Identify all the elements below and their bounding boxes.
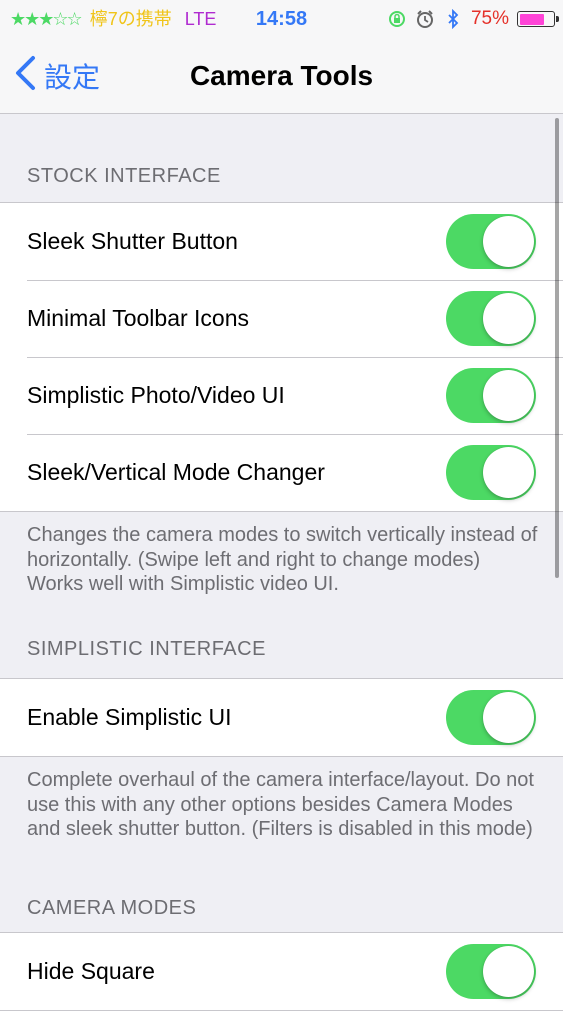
- orientation-lock-icon: [387, 9, 407, 29]
- setting-label: Sleek/Vertical Mode Changer: [27, 459, 325, 485]
- stock-interface-group: Sleek Shutter Button Minimal Toolbar Ico…: [0, 202, 563, 512]
- simplistic-interface-group: Enable Simplistic UI: [0, 678, 563, 757]
- toggle-knob: [483, 946, 534, 997]
- sleek-shutter-toggle[interactable]: [446, 214, 536, 269]
- setting-row-sleek-shutter: Sleek Shutter Button: [0, 203, 563, 280]
- toggle-knob: [483, 370, 534, 421]
- toggle-knob: [483, 216, 534, 267]
- settings-content: STOCK INTERFACE Sleek Shutter Button Min…: [0, 114, 563, 1011]
- bluetooth-icon: [443, 8, 463, 30]
- setting-row-vertical-mode-changer: Sleek/Vertical Mode Changer: [0, 434, 563, 511]
- section-header-modes: CAMERA MODES: [27, 897, 197, 919]
- toggle-knob: [483, 692, 534, 743]
- status-bar: ★★★☆☆ 檸7の携帯 LTE 14:58 75%: [0, 0, 563, 38]
- setting-row-simplistic-photo-video: Simplistic Photo/Video UI: [0, 357, 563, 434]
- toggle-knob: [483, 447, 534, 498]
- setting-label: Enable Simplistic UI: [27, 704, 232, 730]
- page-title: Camera Tools: [189, 60, 374, 91]
- battery-percent: 75%: [470, 8, 509, 29]
- battery-icon: [517, 11, 559, 27]
- setting-label: Sleek Shutter Button: [27, 228, 238, 254]
- simplistic-photo-video-toggle[interactable]: [446, 368, 536, 423]
- toggle-knob: [483, 293, 534, 344]
- alarm-icon: [415, 9, 435, 29]
- vertical-mode-changer-toggle[interactable]: [446, 445, 536, 500]
- section-footer-stock: Changes the camera modes to switch verti…: [27, 524, 538, 595]
- setting-label: Hide Square: [27, 958, 155, 984]
- setting-label: Minimal Toolbar Icons: [27, 305, 250, 331]
- section-header-stock: STOCK INTERFACE: [27, 165, 221, 187]
- setting-row-minimal-toolbar: Minimal Toolbar Icons: [0, 280, 563, 357]
- setting-label: Simplistic Photo/Video UI: [27, 382, 285, 408]
- enable-simplistic-toggle[interactable]: [446, 690, 536, 745]
- minimal-toolbar-toggle[interactable]: [446, 291, 536, 346]
- section-header-simplistic: SIMPLISTIC INTERFACE: [27, 638, 266, 660]
- scroll-indicator[interactable]: [555, 118, 559, 578]
- section-footer-simplistic: Complete overhaul of the camera interfac…: [27, 769, 534, 840]
- camera-modes-group: Hide Square: [0, 932, 563, 1011]
- status-icons: 75%: [387, 6, 559, 32]
- hide-square-toggle[interactable]: [446, 944, 536, 999]
- setting-row-hide-square: Hide Square: [0, 933, 563, 1010]
- navigation-bar: 設定 Camera Tools: [0, 38, 563, 114]
- setting-row-enable-simplistic: Enable Simplistic UI: [0, 679, 563, 756]
- battery-fill: [519, 13, 544, 25]
